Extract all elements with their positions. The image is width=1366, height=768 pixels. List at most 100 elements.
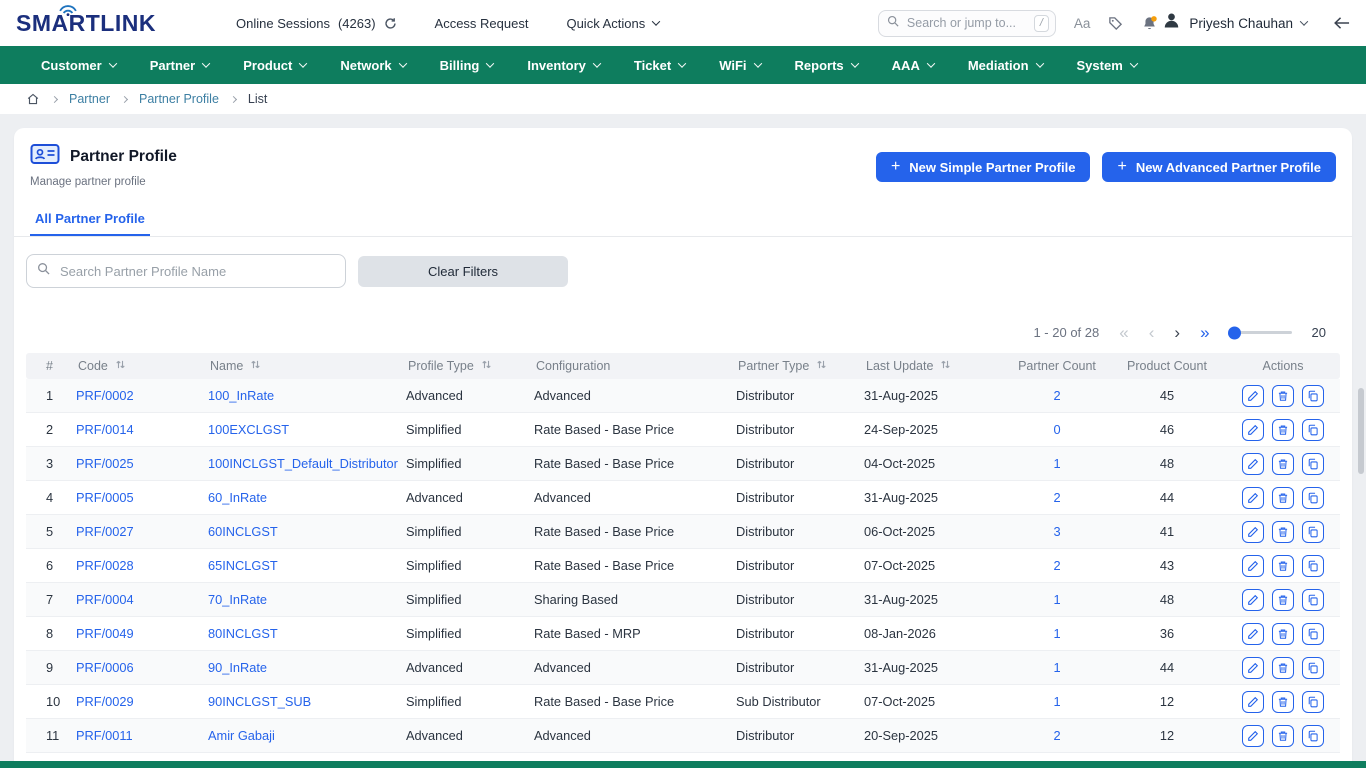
- code-link[interactable]: PRF/0025: [76, 456, 208, 471]
- copy-button[interactable]: [1302, 623, 1324, 645]
- partner-count-link[interactable]: 2: [1006, 388, 1108, 403]
- name-link[interactable]: 60INCLGST: [208, 524, 406, 539]
- code-link[interactable]: PRF/0028: [76, 558, 208, 573]
- delete-button[interactable]: [1272, 385, 1294, 407]
- delete-button[interactable]: [1272, 657, 1294, 679]
- delete-button[interactable]: [1272, 555, 1294, 577]
- code-link[interactable]: PRF/0005: [76, 490, 208, 505]
- nav-item-inventory[interactable]: Inventory: [510, 46, 617, 84]
- partner-count-link[interactable]: 1: [1006, 660, 1108, 675]
- global-search-input[interactable]: [905, 15, 1028, 31]
- nav-item-wifi[interactable]: WiFi: [702, 46, 777, 84]
- copy-button[interactable]: [1302, 589, 1324, 611]
- col-name[interactable]: Name: [208, 359, 406, 373]
- nav-item-product[interactable]: Product: [226, 46, 323, 84]
- new-advanced-partner-profile-button[interactable]: + New Advanced Partner Profile: [1102, 152, 1336, 182]
- sort-icon[interactable]: [816, 359, 827, 373]
- copy-button[interactable]: [1302, 487, 1324, 509]
- brand-logo[interactable]: SMARTLINK: [16, 10, 184, 37]
- copy-button[interactable]: [1302, 453, 1324, 475]
- edit-button[interactable]: [1242, 385, 1264, 407]
- edit-button[interactable]: [1242, 657, 1264, 679]
- tag-icon[interactable]: [1108, 16, 1123, 31]
- copy-button[interactable]: [1302, 725, 1324, 747]
- next-page-button[interactable]: ›: [1174, 324, 1180, 341]
- name-link[interactable]: 70_InRate: [208, 592, 406, 607]
- edit-button[interactable]: [1242, 589, 1264, 611]
- page-size-slider[interactable]: [1230, 331, 1292, 334]
- tab-all-partner-profile[interactable]: All Partner Profile: [30, 202, 150, 236]
- code-link[interactable]: PRF/0004: [76, 592, 208, 607]
- partner-count-link[interactable]: 0: [1006, 422, 1108, 437]
- col-last-update[interactable]: Last Update: [864, 359, 1006, 373]
- partner-count-link[interactable]: 2: [1006, 728, 1108, 743]
- user-menu[interactable]: Priyesh Chauhan: [1162, 11, 1307, 35]
- last-page-button[interactable]: »: [1200, 324, 1209, 341]
- edit-button[interactable]: [1242, 521, 1264, 543]
- delete-button[interactable]: [1272, 521, 1294, 543]
- nav-item-reports[interactable]: Reports: [778, 46, 875, 84]
- partner-count-link[interactable]: 2: [1006, 558, 1108, 573]
- edit-button[interactable]: [1242, 487, 1264, 509]
- home-icon[interactable]: [26, 92, 40, 106]
- code-link[interactable]: PRF/0014: [76, 422, 208, 437]
- quick-actions-menu[interactable]: Quick Actions: [566, 16, 659, 31]
- new-simple-partner-profile-button[interactable]: + New Simple Partner Profile: [876, 152, 1091, 182]
- profile-search-input[interactable]: [58, 263, 335, 280]
- name-link[interactable]: Amir Gabaji: [208, 728, 406, 743]
- copy-button[interactable]: [1302, 555, 1324, 577]
- nav-item-system[interactable]: System: [1060, 46, 1154, 84]
- previous-page-button[interactable]: ‹: [1149, 324, 1155, 341]
- delete-button[interactable]: [1272, 623, 1294, 645]
- sort-icon[interactable]: [940, 359, 951, 373]
- copy-button[interactable]: [1302, 419, 1324, 441]
- code-link[interactable]: PRF/0002: [76, 388, 208, 403]
- delete-button[interactable]: [1272, 419, 1294, 441]
- partner-count-link[interactable]: 3: [1006, 524, 1108, 539]
- nav-item-customer[interactable]: Customer: [24, 46, 133, 84]
- back-arrow-icon[interactable]: [1333, 16, 1350, 30]
- name-link[interactable]: 90_InRate: [208, 660, 406, 675]
- code-link[interactable]: PRF/0011: [76, 728, 208, 743]
- copy-button[interactable]: [1302, 521, 1324, 543]
- access-request-link[interactable]: Access Request: [435, 16, 529, 31]
- nav-item-mediation[interactable]: Mediation: [951, 46, 1060, 84]
- name-link[interactable]: 90INCLGST_SUB: [208, 694, 406, 709]
- code-link[interactable]: PRF/0029: [76, 694, 208, 709]
- nav-item-partner[interactable]: Partner: [133, 46, 227, 84]
- nav-item-aaa[interactable]: AAA: [875, 46, 951, 84]
- notifications-bell-icon[interactable]: [1141, 15, 1158, 32]
- profile-search[interactable]: [26, 254, 346, 288]
- slider-thumb[interactable]: [1228, 326, 1241, 339]
- name-link[interactable]: 100INCLGST_Default_Distributor: [208, 456, 406, 471]
- delete-button[interactable]: [1272, 453, 1294, 475]
- name-link[interactable]: 100EXCLGST: [208, 422, 406, 437]
- edit-button[interactable]: [1242, 419, 1264, 441]
- sort-icon[interactable]: [250, 359, 261, 373]
- nav-item-network[interactable]: Network: [323, 46, 422, 84]
- partner-count-link[interactable]: 1: [1006, 626, 1108, 641]
- copy-button[interactable]: [1302, 657, 1324, 679]
- delete-button[interactable]: [1272, 487, 1294, 509]
- code-link[interactable]: PRF/0006: [76, 660, 208, 675]
- nav-item-billing[interactable]: Billing: [423, 46, 511, 84]
- refresh-icon[interactable]: [384, 17, 397, 30]
- edit-button[interactable]: [1242, 623, 1264, 645]
- name-link[interactable]: 60_InRate: [208, 490, 406, 505]
- partner-count-link[interactable]: 1: [1006, 456, 1108, 471]
- breadcrumb-partner-profile[interactable]: Partner Profile: [139, 92, 219, 106]
- name-link[interactable]: 100_InRate: [208, 388, 406, 403]
- name-link[interactable]: 80INCLGST: [208, 626, 406, 641]
- col-profile-type[interactable]: Profile Type: [406, 359, 534, 373]
- copy-button[interactable]: [1302, 385, 1324, 407]
- code-link[interactable]: PRF/0027: [76, 524, 208, 539]
- partner-count-link[interactable]: 1: [1006, 592, 1108, 607]
- col-partner-type[interactable]: Partner Type: [736, 359, 864, 373]
- global-search[interactable]: /: [878, 10, 1056, 37]
- breadcrumb-partner[interactable]: Partner: [69, 92, 110, 106]
- first-page-button[interactable]: «: [1119, 324, 1128, 341]
- col-code[interactable]: Code: [76, 359, 208, 373]
- code-link[interactable]: PRF/0049: [76, 626, 208, 641]
- delete-button[interactable]: [1272, 691, 1294, 713]
- partner-count-link[interactable]: 1: [1006, 694, 1108, 709]
